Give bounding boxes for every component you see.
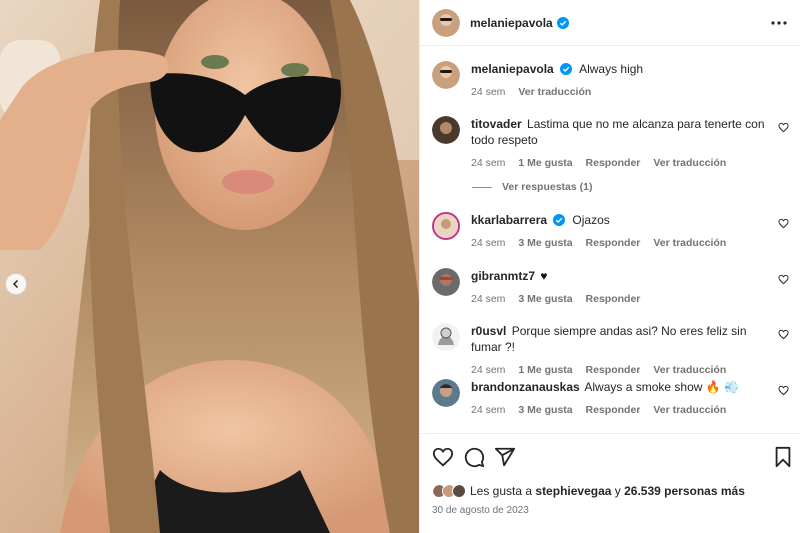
reply-button[interactable]: Responder — [586, 157, 641, 169]
comment-username[interactable]: brandonzanauskas — [471, 380, 580, 394]
comment-likes[interactable]: 3 Me gusta — [518, 293, 572, 305]
heart-icon[interactable] — [778, 385, 789, 396]
likes-user[interactable]: stephievegaa — [535, 484, 611, 498]
post-date[interactable]: 30 de agosto de 2023 — [432, 505, 529, 516]
likes-count[interactable]: 26.539 personas más — [624, 484, 745, 498]
see-translation-link[interactable]: Ver traducción — [653, 404, 726, 416]
see-translation-link[interactable]: Ver traducción — [653, 157, 726, 169]
comment-text: Porque siempre andas asi? No eres feliz … — [471, 324, 747, 354]
chevron-left-icon — [12, 279, 19, 289]
likes-joiner: y — [614, 484, 621, 498]
commenter-avatar[interactable] — [432, 323, 460, 351]
comment-username[interactable]: r0usvl — [471, 324, 506, 338]
see-translation-link[interactable]: Ver traducción — [518, 86, 591, 98]
comment-likes[interactable]: 3 Me gusta — [518, 237, 572, 249]
author-username[interactable]: melaniepavola — [470, 16, 553, 30]
post-header: melaniepavola — [420, 0, 800, 46]
commenter-avatar[interactable] — [432, 212, 460, 240]
view-replies-button[interactable]: Ver respuestas (1) — [472, 181, 592, 193]
commenter-avatar[interactable] — [432, 379, 460, 407]
post-side-panel: melaniepavola melaniepavola Always high … — [419, 0, 800, 533]
likes-summary[interactable]: Les gusta a stephievegaa y 26.539 person… — [432, 484, 745, 498]
reply-button[interactable]: Responder — [586, 237, 641, 249]
caption-text: Always high — [579, 62, 644, 76]
comment-age: 24 sem — [471, 237, 506, 249]
comment-username[interactable]: titovader — [471, 117, 522, 131]
liker-avatar — [452, 484, 466, 498]
comment-text: Always a smoke show 🔥 💨 — [584, 380, 739, 394]
comments-list[interactable]: melaniepavola Always high 24 sem Ver tra… — [420, 47, 800, 433]
comment-age: 24 sem — [471, 364, 506, 376]
heart-icon[interactable] — [778, 122, 789, 133]
post-photo — [0, 0, 419, 533]
heart-icon[interactable] — [778, 218, 789, 229]
comment-likes[interactable]: 1 Me gusta — [518, 157, 572, 169]
commenter-avatar[interactable] — [432, 268, 460, 296]
post-actions: Les gusta a stephievegaa y 26.539 person… — [420, 433, 800, 533]
view-replies-label: Ver respuestas (1) — [502, 181, 593, 193]
comment-icon[interactable] — [463, 446, 485, 468]
see-translation-link[interactable]: Ver traducción — [653, 237, 726, 249]
heart-icon[interactable] — [778, 274, 789, 285]
more-icon[interactable] — [770, 14, 788, 32]
like-heart-icon[interactable] — [432, 446, 454, 468]
comment-likes[interactable]: 3 Me gusta — [518, 404, 572, 416]
comment-text: ♥ — [540, 269, 548, 283]
author-avatar[interactable] — [432, 8, 460, 37]
comment-likes[interactable]: 1 Me gusta — [518, 364, 572, 376]
comment-age: 24 sem — [471, 157, 506, 169]
comment-username[interactable]: kkarlabarrera — [471, 213, 547, 227]
verified-icon — [559, 63, 572, 75]
comment-age: 24 sem — [471, 404, 506, 416]
heart-icon[interactable] — [778, 329, 789, 340]
carousel-prev-button[interactable] — [5, 273, 27, 295]
reply-button[interactable]: Responder — [586, 404, 641, 416]
post-media[interactable] — [0, 0, 419, 533]
caption-username[interactable]: melaniepavola — [471, 62, 554, 76]
caption-age: 24 sem — [471, 86, 506, 98]
reply-button[interactable]: Responder — [586, 293, 641, 305]
comment-username[interactable]: gibranmtz7 — [471, 269, 535, 283]
reply-button[interactable]: Responder — [586, 364, 641, 376]
commenter-avatar[interactable] — [432, 116, 460, 144]
share-icon[interactable] — [494, 446, 516, 468]
verified-icon — [556, 16, 569, 29]
comment-age: 24 sem — [471, 293, 506, 305]
verified-icon — [553, 214, 566, 226]
comment-text: Ojazos — [572, 213, 610, 227]
author-avatar[interactable] — [432, 61, 460, 89]
bookmark-icon[interactable] — [772, 446, 794, 468]
likes-prefix: Les gusta a — [470, 484, 533, 498]
see-translation-link[interactable]: Ver traducción — [653, 364, 726, 376]
replies-divider — [472, 186, 492, 188]
